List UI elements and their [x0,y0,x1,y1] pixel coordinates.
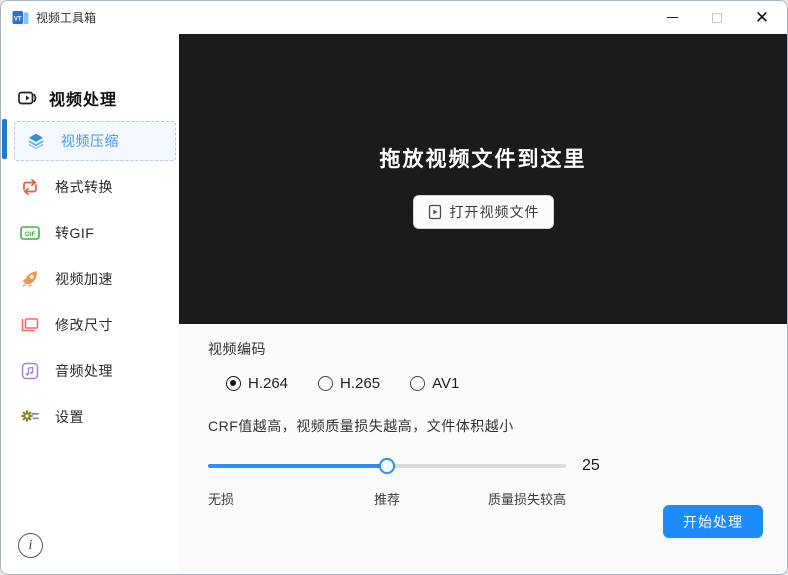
crf-label-recommended: 推荐 [373,492,401,507]
gear-icon [19,406,41,428]
svg-text:VT: VT [14,17,22,23]
sidebar-item-label: 格式转换 [55,179,113,195]
open-video-file-button[interactable]: 打开视频文件 [412,195,554,229]
sidebar-item-to-gif[interactable]: GIF 转GIF [1,210,179,256]
crf-label-lossless: 无损 [208,492,235,507]
sidebar-item-video-speedup[interactable]: 视频加速 [1,256,179,302]
open-video-file-label: 打开视频文件 [449,204,540,220]
crf-slider-row: 25 [208,457,787,475]
window-title: 视频工具箱 [36,11,97,25]
slider-fill [208,464,387,468]
layers-icon [25,130,47,152]
dropzone-title: 拖放视频文件到这里 [379,148,587,171]
radio-label: H.264 [248,375,289,392]
file-play-icon [428,204,441,220]
sidebar-item-resize[interactable]: 修改尺寸 [1,302,179,348]
close-button[interactable]: ✕ [747,4,777,32]
info-icon: i [28,537,33,553]
radio-label: H.265 [340,375,381,392]
sidebar: 视频处理 视频压缩 格式转换 GIF 转GIF 视频加速 修改尺寸 音频处理 设… [1,34,179,574]
resize-icon [19,314,41,336]
minimize-icon [666,17,678,18]
crf-label-high-loss: 质量损失较高 [487,492,566,507]
video-dropzone[interactable]: 拖放视频文件到这里 打开视频文件 [179,34,787,324]
encoding-section-label: 视频编码 [208,341,266,357]
close-icon: ✕ [754,8,770,27]
svg-text:GIF: GIF [25,231,36,238]
sidebar-item-format-convert[interactable]: 格式转换 [1,164,179,210]
sidebar-header: 视频处理 [17,86,179,110]
sidebar-item-audio-process[interactable]: 音频处理 [1,348,179,394]
radio-circle [318,376,334,391]
crf-scale-labels: 无损 推荐 质量损失较高 [208,489,566,507]
crf-slider[interactable] [208,458,566,474]
sidebar-item-video-compress[interactable]: 视频压缩 [14,121,176,161]
crf-description: CRF值越高，视频质量损失越高，文件体积越小 [208,418,514,434]
encoding-options: H.264 H.265 AV1 [226,375,787,392]
swap-cycle-icon [19,176,41,198]
title-bar: VT 视频工具箱 ✕ [1,1,787,34]
compression-settings: 视频编码 H.264 H.265 AV1 CRF值越高，视频质量损失越高，文件体… [179,324,787,574]
sidebar-item-label: 修改尺寸 [55,317,113,333]
sidebar-item-settings[interactable]: 设置 [1,394,179,440]
radio-h264[interactable]: H.264 [226,375,288,392]
main-panel: 拖放视频文件到这里 打开视频文件 视频编码 H.264 H.265 AV1 CR… [179,34,787,574]
radio-label: AV1 [432,375,460,392]
app-window: VT 视频工具箱 ✕ 视频处理 视频压缩 格式转换 GIF 转GIF 视频加速 … [0,0,788,575]
window-controls: ✕ [642,1,777,34]
slider-thumb[interactable] [379,458,395,474]
radio-h265[interactable]: H.265 [318,375,380,392]
minimize-button[interactable] [657,4,687,32]
info-button[interactable]: i [18,533,43,558]
sidebar-header-label: 视频处理 [49,92,118,109]
start-processing-button[interactable]: 开始处理 [663,505,763,538]
gif-badge-icon: GIF [19,222,41,244]
maximize-icon [712,12,722,23]
selected-accent-bar [2,119,7,159]
radio-av1[interactable]: AV1 [410,375,459,392]
rocket-icon [19,268,41,290]
video-camera-icon [18,91,37,105]
app-logo-icon: VT [12,11,29,24]
sidebar-item-label: 设置 [55,409,84,425]
sidebar-item-label: 视频加速 [55,271,113,287]
sidebar-nav: 视频压缩 格式转换 GIF 转GIF 视频加速 修改尺寸 音频处理 设置 [1,121,179,440]
sidebar-item-label: 转GIF [55,225,95,241]
music-note-icon [19,360,41,382]
radio-circle [410,376,426,391]
crf-value: 25 [582,457,600,474]
sidebar-item-label: 音频处理 [55,363,113,379]
radio-circle [226,376,241,391]
sidebar-item-label: 视频压缩 [61,133,119,149]
maximize-button[interactable] [702,4,732,32]
